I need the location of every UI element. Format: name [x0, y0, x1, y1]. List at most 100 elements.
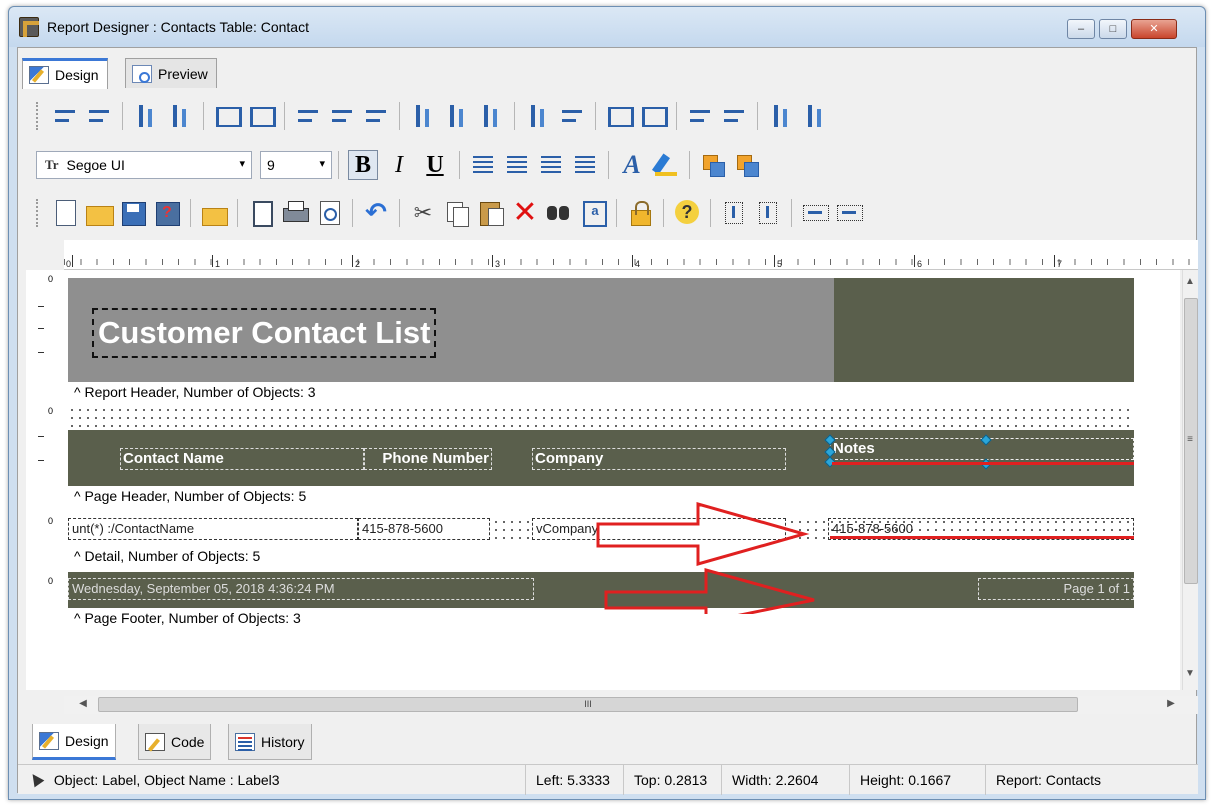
phone-field[interactable]: 415-878-5600: [358, 518, 490, 540]
scroll-right-icon[interactable]: ▶: [1164, 698, 1178, 709]
insert-field-icon[interactable]: [578, 198, 608, 228]
bring-to-front-icon[interactable]: [698, 150, 728, 180]
remove-spacing-icon[interactable]: [800, 101, 830, 131]
snap-grid-icon[interactable]: [165, 101, 195, 131]
align-top-icon[interactable]: [408, 101, 438, 131]
copy-icon[interactable]: [442, 198, 472, 228]
justify-left-icon[interactable]: [468, 150, 498, 180]
new-report-icon[interactable]: [50, 198, 80, 228]
lock-icon[interactable]: [625, 198, 655, 228]
vertical-scrollbar[interactable]: ▲ ≡ ▼: [1182, 270, 1198, 690]
print-icon[interactable]: [280, 198, 310, 228]
same-size-icon[interactable]: [212, 101, 242, 131]
tab-history[interactable]: History: [228, 724, 312, 760]
ruler-number: 6: [917, 259, 923, 269]
align-middle-icon[interactable]: [442, 101, 472, 131]
scroll-up-icon[interactable]: ▲: [1183, 276, 1197, 287]
status-object-cell: Object: Label, Object Name : Label3: [18, 764, 526, 795]
page-number-field[interactable]: Page 1 of 1: [978, 578, 1134, 600]
justify-center-icon[interactable]: [502, 150, 532, 180]
toolbar-grip[interactable]: [36, 102, 42, 130]
open-folder-icon[interactable]: [84, 198, 114, 228]
page-header-caption[interactable]: ^ Page Header, Number of Objects: 5: [74, 488, 306, 504]
font-size-select[interactable]: 9 ▾: [260, 151, 332, 179]
ruler-number: 7: [1057, 259, 1063, 269]
snap-lines-icon[interactable]: [131, 101, 161, 131]
report-header-caption[interactable]: ^ Report Header, Number of Objects: 3: [74, 384, 316, 400]
detail-caption[interactable]: ^ Detail, Number of Objects: 5: [74, 548, 260, 564]
page-footer-caption[interactable]: ^ Page Footer, Number of Objects: 3: [74, 610, 301, 626]
size-to-grid-icon[interactable]: [84, 101, 114, 131]
same-height-icon[interactable]: [604, 101, 634, 131]
align-bottom-icon[interactable]: [476, 101, 506, 131]
center-horizontally-icon[interactable]: [523, 101, 553, 131]
size-to-fit-icon[interactable]: [246, 101, 276, 131]
find-icon[interactable]: [544, 198, 574, 228]
save-as-icon[interactable]: [152, 198, 182, 228]
align-left-icon[interactable]: [293, 101, 323, 131]
undo-icon[interactable]: ↶: [361, 198, 391, 228]
contact-name-field[interactable]: unt(*) :/ContactName: [68, 518, 358, 540]
toolbar-grip[interactable]: [36, 199, 42, 227]
design-icon: [39, 731, 59, 750]
same-width-icon[interactable]: [638, 101, 668, 131]
scroll-down-icon[interactable]: ▼: [1183, 668, 1197, 679]
horizontal-scroll-thumb[interactable]: III: [98, 697, 1078, 712]
center-vertically-icon[interactable]: [557, 101, 587, 131]
horizontal-spacing-icon[interactable]: [685, 101, 715, 131]
justify-full-icon[interactable]: [570, 150, 600, 180]
ruler-number: 0: [66, 259, 72, 269]
underline-button[interactable]: U: [420, 150, 450, 180]
scroll-left-icon[interactable]: ◀: [76, 698, 90, 709]
font-color-icon[interactable]: A: [617, 150, 647, 180]
back-color-brush-icon[interactable]: [651, 150, 681, 180]
print-date-field[interactable]: Wednesday, September 05, 2018 4:36:24 PM: [68, 578, 534, 600]
save-icon[interactable]: [118, 198, 148, 228]
contact-name-header[interactable]: Contact Name: [120, 448, 364, 470]
tab-design[interactable]: Design: [22, 58, 108, 89]
justify-right-icon[interactable]: [536, 150, 566, 180]
maximize-button[interactable]: □: [1099, 19, 1127, 39]
vertical-spacing-icon[interactable]: [719, 101, 749, 131]
equal-spacing-icon[interactable]: [766, 101, 796, 131]
cut-icon[interactable]: ✂: [408, 198, 438, 228]
phone-number-header[interactable]: Phone Number: [364, 448, 492, 470]
toolbar-separator: [689, 151, 690, 179]
report-header-section[interactable]: Customer Contact List: [68, 278, 1134, 382]
status-width: Width: 2.2604: [722, 764, 850, 795]
shrink-horizontal-icon[interactable]: [800, 198, 830, 228]
tab-design-bottom[interactable]: Design: [32, 724, 116, 760]
bold-button[interactable]: B: [348, 150, 378, 180]
close-button[interactable]: ✕: [1131, 19, 1177, 39]
ruler-mark: [38, 460, 44, 461]
font-family-select[interactable]: Tr Segoe UI ▾: [36, 151, 252, 179]
company-header[interactable]: Company: [532, 448, 786, 470]
report-header-shape[interactable]: [834, 278, 1134, 382]
paste-icon[interactable]: [476, 198, 506, 228]
send-to-back-icon[interactable]: [732, 150, 762, 180]
align-to-grid-icon[interactable]: [50, 101, 80, 131]
align-center-icon[interactable]: [327, 101, 357, 131]
italic-button[interactable]: I: [384, 150, 414, 180]
red-underline-annotation: [832, 462, 1134, 465]
help-icon[interactable]: [672, 198, 702, 228]
move-down-icon[interactable]: [753, 198, 783, 228]
report-design-surface[interactable]: Customer Contact List ^ Report Header, N…: [64, 270, 1180, 690]
import-icon[interactable]: [199, 198, 229, 228]
ruler-number: 0: [48, 516, 54, 526]
report-title-label[interactable]: Customer Contact List: [92, 308, 437, 358]
tab-code[interactable]: Code: [138, 724, 212, 760]
delete-icon[interactable]: ✕: [510, 198, 540, 228]
title-bar[interactable]: Report Designer : Contacts Table: Contac…: [9, 7, 1205, 47]
red-arrow-icon: [596, 502, 810, 566]
horizontal-scrollbar[interactable]: ◀ III ▶: [64, 696, 1198, 714]
preview-icon: [132, 64, 152, 83]
tab-preview[interactable]: Preview: [125, 58, 217, 88]
align-right-icon[interactable]: [361, 101, 391, 131]
move-up-icon[interactable]: [719, 198, 749, 228]
grow-horizontal-icon[interactable]: [834, 198, 864, 228]
toolbar-separator: [190, 199, 191, 227]
minimize-button[interactable]: –: [1067, 19, 1095, 39]
print-preview-icon[interactable]: [314, 198, 344, 228]
page-setup-icon[interactable]: [246, 198, 276, 228]
